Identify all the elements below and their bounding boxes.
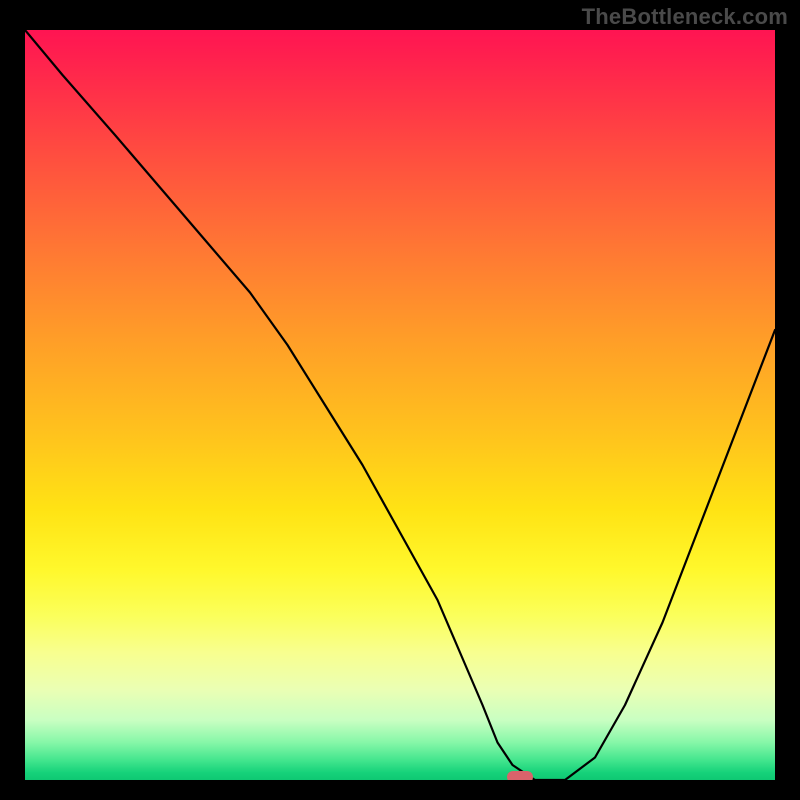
- bottleneck-marker: [507, 771, 533, 780]
- chart-frame: TheBottleneck.com: [0, 0, 800, 800]
- bottleneck-curve: [25, 30, 775, 780]
- plot-area: [25, 30, 775, 780]
- watermark-text: TheBottleneck.com: [582, 4, 788, 30]
